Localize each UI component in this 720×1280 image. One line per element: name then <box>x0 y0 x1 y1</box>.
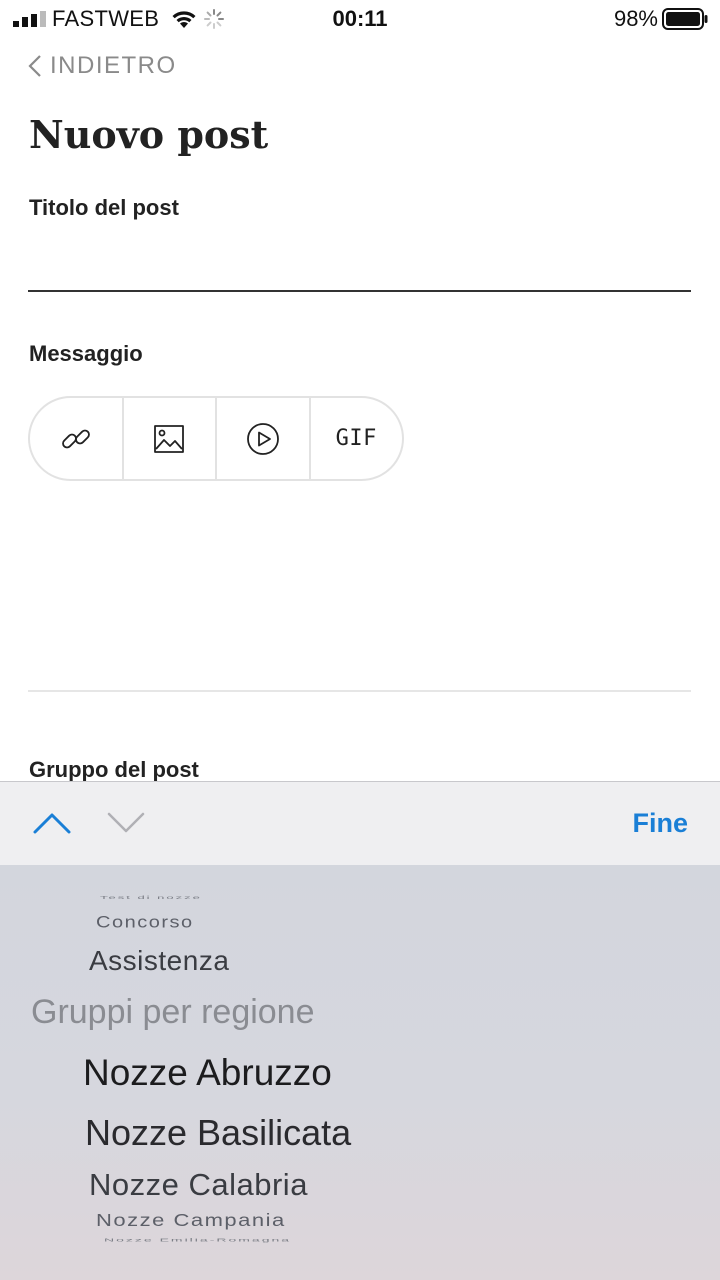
post-title-label: Titolo del post <box>29 195 179 220</box>
picker-option[interactable]: Test di nozze <box>100 895 202 900</box>
picker-option[interactable]: Nozze Emilia-Romagna <box>104 1237 291 1243</box>
picker-option[interactable]: Assistenza <box>89 945 229 977</box>
picker-option[interactable]: Nozze Calabria <box>89 1167 308 1203</box>
picker-accessory-bar: Fine <box>0 781 720 865</box>
message-toolbar: GIF <box>28 396 404 481</box>
image-icon <box>154 424 185 453</box>
back-button[interactable]: INDIETRO <box>28 52 177 80</box>
group-picker[interactable]: Test di nozze Concorso Assistenza Gruppi… <box>0 865 720 1280</box>
link-icon <box>61 429 90 448</box>
insert-image-button[interactable] <box>124 398 217 479</box>
picker-option[interactable]: Concorso <box>96 913 194 933</box>
message-divider <box>28 690 691 692</box>
done-button[interactable]: Fine <box>632 808 688 839</box>
play-icon <box>246 422 279 455</box>
message-label: Messaggio <box>29 341 143 366</box>
battery-percentage: 98% <box>613 6 658 31</box>
picker-option[interactable]: Nozze Campania <box>96 1210 286 1231</box>
status-bar: FASTWEB 00:11 98% <box>0 0 720 40</box>
chevron-down-icon[interactable] <box>106 808 146 836</box>
picker-option-selected[interactable]: Nozze Abruzzo <box>83 1052 332 1094</box>
gif-icon: GIF <box>335 426 377 451</box>
insert-video-button[interactable] <box>217 398 311 479</box>
insert-gif-button[interactable]: GIF <box>311 398 403 479</box>
chevron-left-icon <box>28 55 41 77</box>
back-label: INDIETRO <box>50 52 177 79</box>
insert-link-button[interactable] <box>30 398 124 479</box>
picker-option[interactable]: Nozze Basilicata <box>85 1112 351 1154</box>
status-time: 00:11 <box>332 6 388 31</box>
picker-group-header: Gruppi per regione <box>31 993 315 1031</box>
post-title-input[interactable] <box>28 228 691 292</box>
chevron-up-icon[interactable] <box>32 808 72 836</box>
page-title: Nuovo post <box>29 112 269 157</box>
post-group-label: Gruppo del post <box>29 757 199 782</box>
battery-icon <box>662 8 708 30</box>
